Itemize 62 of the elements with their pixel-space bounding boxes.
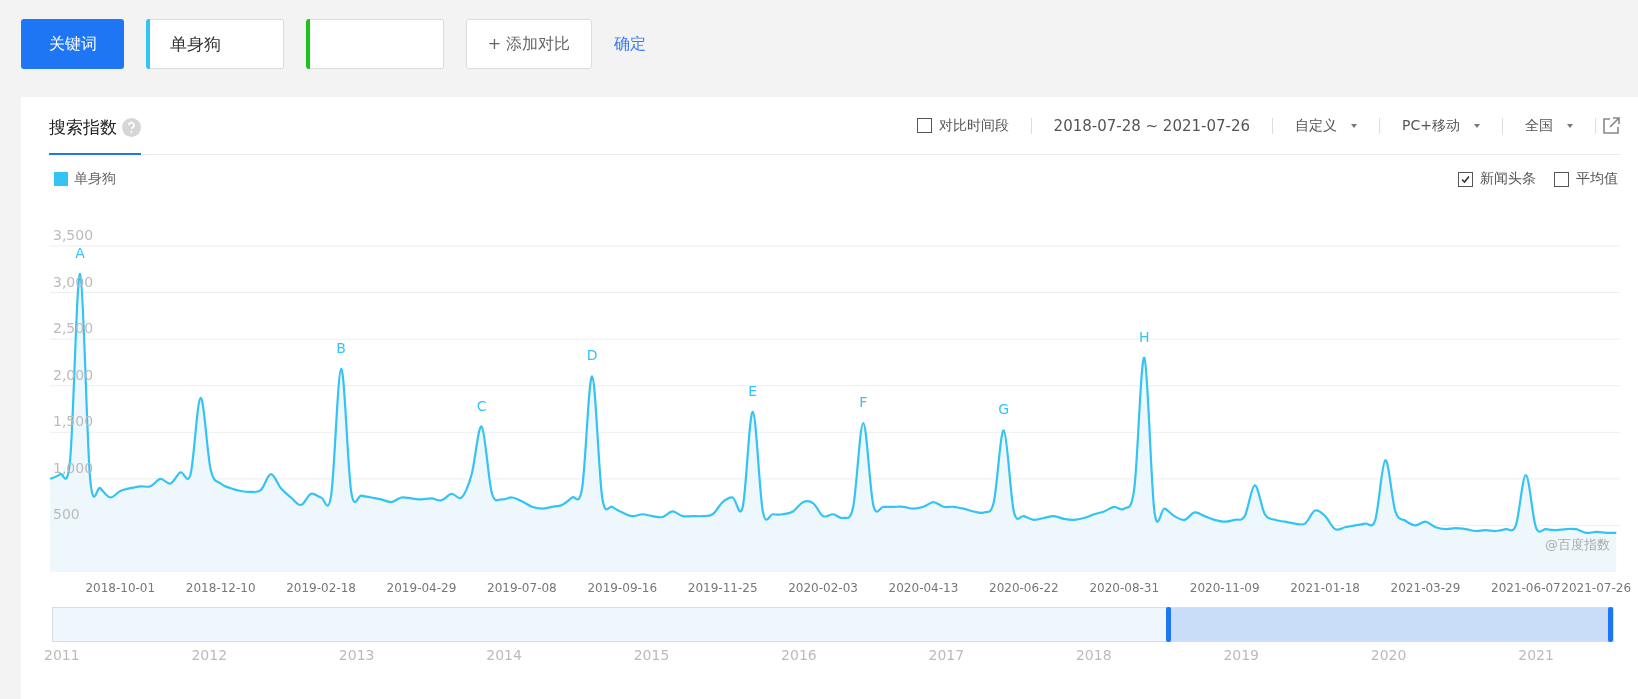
- checkbox-label: 平均值: [1576, 170, 1618, 188]
- confirm-link[interactable]: 确定: [614, 33, 646, 55]
- dropdown-value[interactable]: 全国: [1525, 116, 1553, 135]
- x-axis-label: 2019-04-29: [386, 581, 457, 595]
- dropdown-value[interactable]: 自定义: [1295, 116, 1338, 135]
- year-label: 2014: [486, 647, 522, 663]
- x-axis-label: 2019-09-16: [587, 581, 658, 595]
- dropdown-caret-icon: [1474, 123, 1480, 128]
- event-marker[interactable]: E: [748, 382, 758, 399]
- keyword-mode-button[interactable]: 关键词: [21, 19, 124, 69]
- event-marker[interactable]: H: [1139, 328, 1150, 345]
- event-marker[interactable]: G: [998, 401, 1010, 418]
- chart-credit: @百度指数: [1545, 536, 1610, 554]
- x-axis-label: 2021-03-29: [1390, 581, 1461, 595]
- year-label: 2011: [44, 647, 80, 663]
- checkbox[interactable]: [1458, 171, 1473, 187]
- year-label: 2021: [1518, 647, 1554, 663]
- x-axis-label: 2020-08-31: [1089, 581, 1160, 595]
- year-label: 2016: [781, 647, 817, 663]
- y-axis-label: 500: [53, 506, 80, 523]
- x-axis-label: 2020-11-09: [1189, 581, 1260, 595]
- checkbox[interactable]: [916, 118, 932, 133]
- event-marker[interactable]: F: [859, 393, 868, 410]
- search-index-tab[interactable]: 搜索指数: [49, 97, 141, 155]
- x-axis-label: 2020-02-03: [788, 581, 858, 595]
- event-marker[interactable]: D: [586, 347, 598, 364]
- checkmark-icon: [1460, 173, 1471, 185]
- x-axis-label: 2019-07-08: [487, 581, 557, 595]
- dropdown-value[interactable]: PC+移动: [1402, 116, 1460, 135]
- x-axis-label: 2021-01-18: [1290, 581, 1360, 595]
- checkbox-label: 新闻头条: [1480, 170, 1536, 188]
- legend-label: 单身狗: [74, 170, 116, 188]
- year-label: 2012: [191, 647, 228, 663]
- x-axis-label: 2018-10-01: [85, 581, 156, 595]
- x-axis-label: 2021-07-26: [1561, 581, 1632, 595]
- x-axis-label: 2020-04-13: [888, 581, 959, 595]
- x-axis-label: 2021-06-07: [1491, 581, 1561, 595]
- year-label: 2013: [338, 647, 375, 663]
- year-label: 2015: [633, 647, 670, 663]
- year-label: 2018: [1075, 647, 1112, 663]
- range-handle[interactable]: [1166, 607, 1172, 642]
- dropdown-caret-icon: [1567, 123, 1573, 128]
- range-handle[interactable]: [1607, 607, 1613, 642]
- checkbox-label: 对比时间段: [938, 116, 1009, 135]
- checkbox[interactable]: [1554, 171, 1569, 187]
- event-marker[interactable]: A: [75, 244, 85, 261]
- add-comparison-button[interactable]: + 添加对比: [466, 19, 592, 69]
- keyword-field[interactable]: 单身狗: [150, 19, 284, 69]
- dropdown-caret-icon: [1351, 123, 1358, 128]
- x-axis-label: 2019-11-25: [687, 581, 758, 595]
- event-marker[interactable]: C: [476, 397, 487, 414]
- x-axis-label: 2020-06-22: [989, 581, 1059, 595]
- date-range[interactable]: 2018-07-28 ~ 2021-07-26: [1053, 116, 1251, 135]
- x-axis-label: 2018-12-10: [185, 581, 256, 595]
- year-label: 2020: [1370, 647, 1407, 663]
- event-marker[interactable]: B: [336, 339, 346, 356]
- year-label: 2019: [1223, 647, 1259, 663]
- y-axis-label: 3,500: [53, 227, 94, 243]
- year-label: 2017: [928, 647, 965, 663]
- x-axis-label: 2019-02-18: [286, 581, 356, 595]
- external-link-icon[interactable]: [1602, 116, 1620, 135]
- keyword-field[interactable]: [310, 19, 444, 69]
